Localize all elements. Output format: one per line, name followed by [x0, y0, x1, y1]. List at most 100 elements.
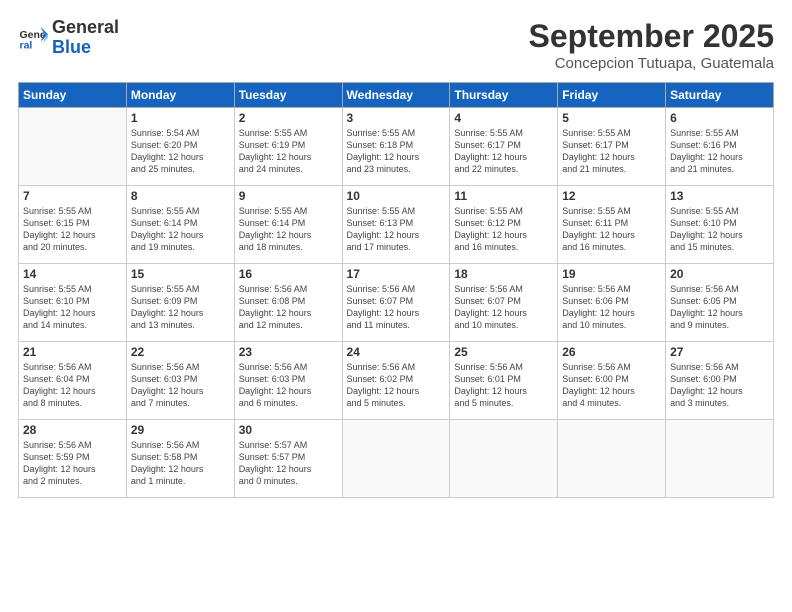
day-cell-2: 2Sunrise: 5:55 AMSunset: 6:19 PMDaylight… — [234, 108, 342, 186]
week-row-2: 7Sunrise: 5:55 AMSunset: 6:15 PMDaylight… — [19, 186, 774, 264]
day-cell-32 — [450, 420, 558, 498]
day-cell-31 — [342, 420, 450, 498]
day-number: 18 — [454, 267, 553, 281]
info-line-3: and 25 minutes. — [131, 164, 195, 174]
info-line-0: Sunrise: 5:55 AM — [454, 206, 523, 216]
day-cell-10: 10Sunrise: 5:55 AMSunset: 6:13 PMDayligh… — [342, 186, 450, 264]
info-line-2: Daylight: 12 hours — [454, 386, 527, 396]
info-line-1: Sunset: 6:04 PM — [23, 374, 90, 384]
day-cell-3: 3Sunrise: 5:55 AMSunset: 6:18 PMDaylight… — [342, 108, 450, 186]
day-cell-13: 13Sunrise: 5:55 AMSunset: 6:10 PMDayligh… — [666, 186, 774, 264]
info-line-3: and 10 minutes. — [562, 320, 626, 330]
info-line-2: Daylight: 12 hours — [562, 386, 635, 396]
info-line-0: Sunrise: 5:55 AM — [562, 128, 631, 138]
col-header-thursday: Thursday — [450, 83, 558, 108]
day-info: Sunrise: 5:56 AMSunset: 6:07 PMDaylight:… — [454, 283, 553, 332]
info-line-1: Sunset: 6:06 PM — [562, 296, 629, 306]
info-line-0: Sunrise: 5:57 AM — [239, 440, 308, 450]
col-header-monday: Monday — [126, 83, 234, 108]
day-number: 3 — [347, 111, 446, 125]
day-info: Sunrise: 5:56 AMSunset: 6:05 PMDaylight:… — [670, 283, 769, 332]
info-line-1: Sunset: 6:17 PM — [454, 140, 521, 150]
info-line-0: Sunrise: 5:56 AM — [562, 362, 631, 372]
col-header-wednesday: Wednesday — [342, 83, 450, 108]
info-line-2: Daylight: 12 hours — [670, 308, 743, 318]
day-info: Sunrise: 5:55 AMSunset: 6:10 PMDaylight:… — [23, 283, 122, 332]
info-line-0: Sunrise: 5:56 AM — [131, 362, 200, 372]
info-line-3: and 8 minutes. — [23, 398, 82, 408]
info-line-3: and 9 minutes. — [670, 320, 729, 330]
info-line-3: and 21 minutes. — [562, 164, 626, 174]
day-cell-0 — [19, 108, 127, 186]
info-line-0: Sunrise: 5:56 AM — [562, 284, 631, 294]
week-row-3: 14Sunrise: 5:55 AMSunset: 6:10 PMDayligh… — [19, 264, 774, 342]
info-line-2: Daylight: 12 hours — [562, 308, 635, 318]
month-title: September 2025 — [529, 18, 774, 55]
info-line-2: Daylight: 12 hours — [23, 308, 96, 318]
info-line-0: Sunrise: 5:55 AM — [239, 206, 308, 216]
info-line-2: Daylight: 12 hours — [239, 464, 312, 474]
day-info: Sunrise: 5:55 AMSunset: 6:15 PMDaylight:… — [23, 205, 122, 254]
info-line-2: Daylight: 12 hours — [347, 152, 420, 162]
info-line-3: and 15 minutes. — [670, 242, 734, 252]
day-info: Sunrise: 5:56 AMSunset: 5:59 PMDaylight:… — [23, 439, 122, 488]
info-line-2: Daylight: 12 hours — [239, 152, 312, 162]
day-cell-21: 21 Sunrise: 5:56 AMSunset: 6:04 PMDayligh… — [19, 342, 127, 420]
day-cell-19: 19Sunrise: 5:56 AMSunset: 6:06 PMDayligh… — [558, 264, 666, 342]
info-line-3: and 21 minutes. — [670, 164, 734, 174]
day-info: Sunrise: 5:55 AMSunset: 6:10 PMDaylight:… — [670, 205, 769, 254]
info-line-2: Daylight: 12 hours — [562, 230, 635, 240]
day-info: Sunrise: 5:56 AMSunset: 5:58 PMDaylight:… — [131, 439, 230, 488]
day-cell-16: 16Sunrise: 5:56 AMSunset: 6:08 PMDayligh… — [234, 264, 342, 342]
info-line-0: Sunrise: 5:56 AM — [670, 362, 739, 372]
info-line-1: Sunset: 6:20 PM — [131, 140, 198, 150]
day-number: 8 — [131, 189, 230, 203]
info-line-0: Sunrise: 5:55 AM — [670, 206, 739, 216]
info-line-2: Daylight: 12 hours — [454, 308, 527, 318]
day-cell-17: 17Sunrise: 5:56 AMSunset: 6:07 PMDayligh… — [342, 264, 450, 342]
day-number: 29 — [131, 423, 230, 437]
info-line-0: Sunrise: 5:55 AM — [23, 284, 92, 294]
day-info: Sunrise: 5:56 AMSunset: 6:00 PMDaylight:… — [670, 361, 769, 410]
info-line-1: Sunset: 6:14 PM — [239, 218, 306, 228]
day-cell-20: 20Sunrise: 5:56 AMSunset: 6:05 PMDayligh… — [666, 264, 774, 342]
info-line-2: Daylight: 12 hours — [131, 152, 204, 162]
info-line-3: and 10 minutes. — [454, 320, 518, 330]
info-line-0: Sunrise: 5:55 AM — [239, 128, 308, 138]
day-cell-27: 27Sunrise: 5:56 AMSunset: 6:00 PMDayligh… — [666, 342, 774, 420]
info-line-1: Sunset: 6:15 PM — [23, 218, 90, 228]
info-line-3: and 16 minutes. — [454, 242, 518, 252]
day-number: 2 — [239, 111, 338, 125]
day-number: 11 — [454, 189, 553, 203]
day-info: Sunrise: 5:56 AMSunset: 6:01 PMDaylight:… — [454, 361, 553, 410]
info-line-2: Daylight: 12 hours — [670, 230, 743, 240]
info-line-0: Sunrise: 5:56 AM — [131, 440, 200, 450]
info-line-1: Sunset: 6:07 PM — [347, 296, 414, 306]
day-info: Sunrise: 5:55 AMSunset: 6:17 PMDaylight:… — [562, 127, 661, 176]
info-line-2: Daylight: 12 hours — [131, 308, 204, 318]
day-cell-26: 26Sunrise: 5:56 AMSunset: 6:00 PMDayligh… — [558, 342, 666, 420]
info-line-0: Sunrise: 5:55 AM — [131, 206, 200, 216]
info-line-3: and 23 minutes. — [347, 164, 411, 174]
day-number: 16 — [239, 267, 338, 281]
info-line-0: Sunrise: 5:56 AM — [239, 284, 308, 294]
info-line-2: Daylight: 12 hours — [131, 464, 204, 474]
info-line-3: and 14 minutes. — [23, 320, 87, 330]
header: Gene ral General Blue September 2025 Con… — [18, 18, 774, 72]
day-info: Sunrise: 5:55 AMSunset: 6:11 PMDaylight:… — [562, 205, 661, 254]
info-line-3: and 16 minutes. — [562, 242, 626, 252]
location: Concepcion Tutuapa, Guatemala — [529, 55, 774, 72]
info-line-0: Sunrise: 5:56 AM — [347, 284, 416, 294]
day-cell-11: 11Sunrise: 5:55 AMSunset: 6:12 PMDayligh… — [450, 186, 558, 264]
svg-text:ral: ral — [20, 39, 33, 51]
day-info: Sunrise: 5:56 AMSunset: 6:04 PMDaylight:… — [23, 361, 122, 410]
day-cell-33 — [558, 420, 666, 498]
day-number: 21 — [23, 345, 122, 359]
day-info: Sunrise: 5:56 AM Sunset: 6:06 PM Daylight:… — [562, 283, 661, 332]
logo: Gene ral General Blue — [18, 18, 119, 58]
day-number: 5 — [562, 111, 661, 125]
info-line-3: and 1 minute. — [131, 476, 186, 486]
info-line-1: Sunset: 6:08 PM — [239, 296, 306, 306]
info-line-1: Sunset: 6:17 PM — [562, 140, 629, 150]
info-line-0: Sunrise: 5:56 AM — [347, 362, 416, 372]
